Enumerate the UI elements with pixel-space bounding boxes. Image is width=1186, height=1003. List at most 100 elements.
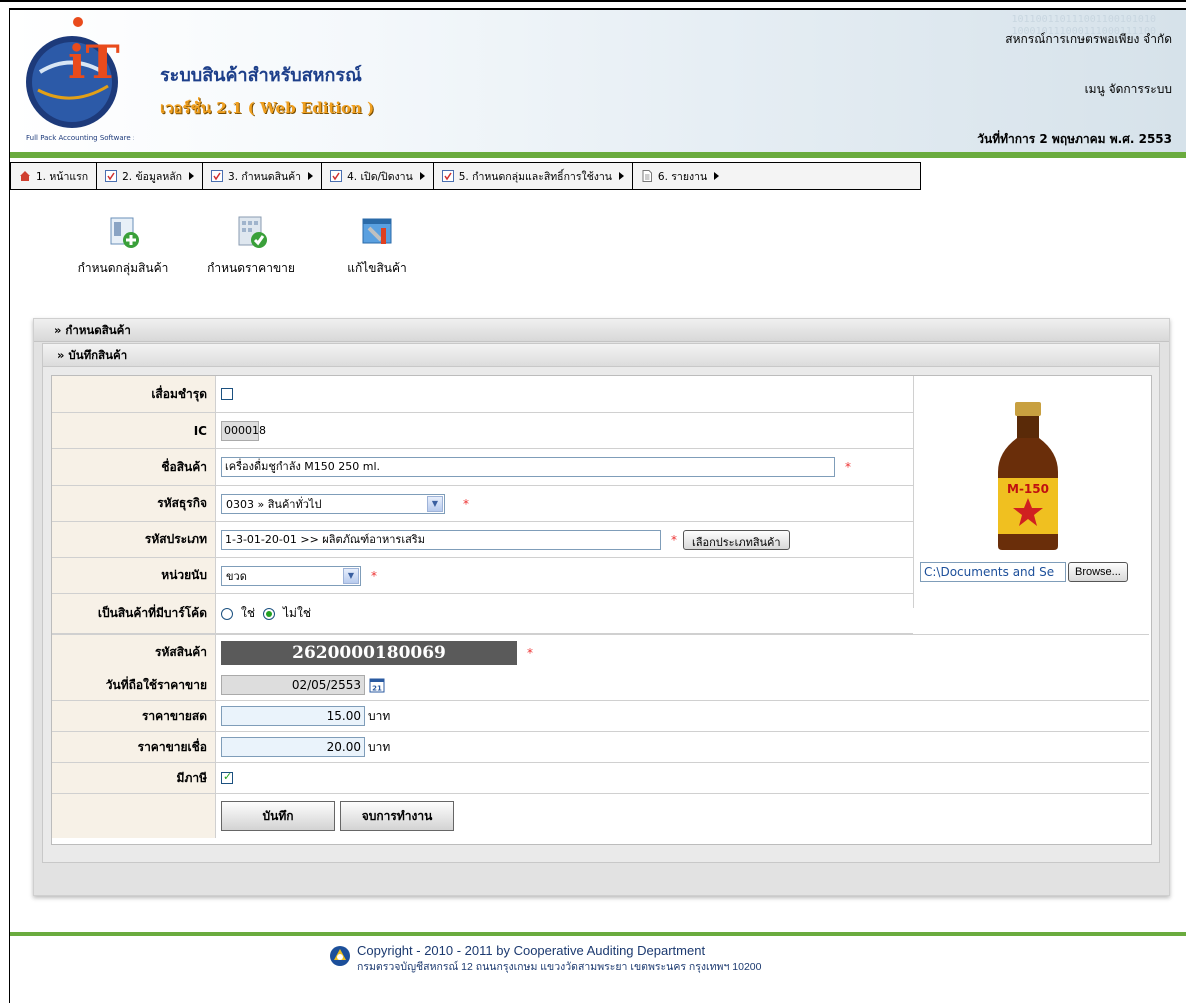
define-group-tool[interactable]: กำหนดกลุ่มสินค้า	[68, 214, 178, 278]
type-code-input[interactable]: 1-3-01-20-01 >> ผลิตภัณฑ์อาหารเสริม	[221, 529, 661, 550]
menu-label: 2. ข้อมูลหลัก	[122, 170, 183, 183]
system-title: ระบบสินค้าสำหรับสหกรณ์	[160, 65, 362, 86]
checklist-icon	[211, 170, 224, 182]
required-mark: *	[527, 645, 533, 660]
type-label: รหัสประเภท	[52, 522, 216, 557]
required-mark: *	[371, 568, 377, 583]
name-label: ชื่อสินค้า	[52, 449, 216, 485]
barcode-no-radio[interactable]	[263, 607, 276, 620]
credit-price-input[interactable]: 20.00	[221, 737, 365, 757]
cash-price-input[interactable]: 15.00	[221, 706, 365, 726]
tools-icon	[362, 218, 392, 244]
tool-label: กำหนดราคาขาย	[207, 261, 295, 275]
product-code-label: รหัสสินค้า	[52, 635, 216, 670]
row-ic: IC 000018	[52, 413, 913, 449]
damaged-checkbox[interactable]	[221, 388, 233, 400]
svg-text:21: 21	[372, 685, 382, 693]
product-form: เสื่อมชำรุด IC 000018 ชื่อสินค้า เครื่อง…	[51, 375, 1152, 845]
menu-item-define-product[interactable]: 3. กำหนดสินค้า	[203, 163, 323, 189]
svg-text:M-150: M-150	[1007, 482, 1049, 496]
currency-label: บาท	[368, 708, 391, 723]
tax-label: มีภาษี	[52, 763, 216, 793]
document-icon	[642, 170, 652, 182]
menu-label: 4. เปิด/ปิดงาน	[347, 170, 413, 183]
product-name-input[interactable]: เครื่องดื่มชูกำลัง M150 250 ml.	[221, 457, 835, 477]
browse-button[interactable]: Browse...	[1068, 562, 1128, 582]
product-bottle-image: M-150	[998, 402, 1058, 550]
row-damaged: เสื่อมชำรุด	[52, 376, 913, 413]
arrow-right-icon	[618, 172, 624, 180]
menu-label: 1. หน้าแรก	[36, 170, 89, 183]
product-image-cell: M-150 C:\Documents and Se Browse...	[913, 376, 1150, 608]
image-file-input[interactable]: C:\Documents and Se	[920, 562, 1066, 582]
checklist-icon	[441, 170, 454, 182]
footer: Copyright - 2010 - 2011 by Cooperative A…	[357, 943, 761, 975]
row-unit: หน่วยนับ ขวด ▼ *	[52, 558, 913, 594]
address-text: กรมตรวจบัญชีสหกรณ์ 12 ถนนกรุงเกษม แขวงวั…	[357, 961, 762, 973]
edit-product-tool[interactable]: แก้ไขสินค้า	[322, 214, 432, 278]
credit-price-label: ราคาขายเชื่อ	[52, 732, 216, 762]
admin-menu-link[interactable]: เมนู จัดการระบบ	[1085, 80, 1172, 99]
arrow-right-icon	[189, 172, 195, 180]
row-barcode-question: เป็นสินค้าที่มีบาร์โค้ด ใช่ ไม่ใช่	[52, 594, 913, 634]
working-date: วันที่ทำการ 2 พฤษภาคม พ.ศ. 2553	[977, 132, 1172, 146]
business-code-select[interactable]: 0303 » สินค้าทั่วไป ▼	[221, 493, 445, 514]
menu-label: 6. รายงาน	[657, 170, 708, 183]
menu-item-home[interactable]: 1. หน้าแรก	[11, 163, 98, 189]
row-tax: มีภาษี	[52, 763, 1149, 794]
unit-value: ขวด	[226, 569, 247, 583]
row-cash-price: ราคาขายสด 15.00 บาท	[52, 701, 1149, 732]
menu-item-open-close[interactable]: 4. เปิด/ปิดงาน	[322, 163, 434, 189]
row-name: ชื่อสินค้า เครื่องดื่มชูกำลัง M150 250 m…	[52, 449, 913, 486]
add-group-icon	[110, 217, 139, 248]
ic-label: IC	[52, 413, 216, 448]
version-label: เวอร์ชั่น 2.1 ( Web Edition )	[160, 99, 375, 117]
barcode-yes-radio[interactable]	[221, 607, 233, 620]
arrow-right-icon	[419, 172, 425, 180]
chevron-down-icon: ▼	[343, 567, 359, 584]
barcode-question-label: เป็นสินค้าที่มีบาร์โค้ด	[52, 594, 216, 633]
exit-button[interactable]: จบการทำงาน	[340, 801, 454, 831]
top-border	[0, 0, 1186, 2]
business-label: รหัสธุรกิจ	[52, 486, 216, 521]
svg-text:Full Pack Accounting Software: Full Pack Accounting Software : FAS	[26, 134, 134, 142]
menu-item-reports[interactable]: 6. รายงาน	[633, 163, 727, 189]
menu-item-master-data[interactable]: 2. ข้อมูลหลัก	[97, 163, 204, 189]
binary-line: 101100110111001100101010	[1011, 14, 1157, 25]
barcode-no-label: ไม่ใช่	[283, 606, 311, 620]
required-mark: *	[463, 496, 469, 511]
define-price-tool[interactable]: กำหนดราคาขาย	[196, 214, 306, 278]
copyright-text: Copyright - 2010 - 2011 by Cooperative A…	[357, 943, 706, 958]
home-icon	[20, 171, 30, 181]
required-mark: *	[845, 460, 851, 474]
department-emblem-icon	[330, 946, 350, 966]
price-check-icon	[238, 216, 267, 248]
footer-divider	[10, 932, 1186, 936]
business-code-value: 0303 » สินค้าทั่วไป	[226, 497, 322, 511]
chevron-down-icon: ▼	[427, 495, 443, 512]
calendar-icon[interactable]: 21	[369, 677, 385, 693]
cash-price-label: ราคาขายสด	[52, 701, 216, 731]
svg-text:iT: iT	[68, 35, 120, 89]
arrow-right-icon	[308, 172, 314, 180]
currency-label: บาท	[368, 739, 391, 754]
row-effective-date: วันที่ถือใช้ราคาขาย 02/05/2553 21	[52, 670, 1149, 701]
effective-date-input[interactable]: 02/05/2553	[221, 675, 365, 695]
damaged-label: เสื่อมชำรุด	[52, 376, 216, 412]
effective-date-label: วันที่ถือใช้ราคาขาย	[52, 670, 216, 700]
save-button[interactable]: บันทึก	[221, 801, 335, 831]
header-divider	[10, 152, 1186, 158]
product-code-display: 2620000180069	[221, 640, 517, 665]
row-business: รหัสธุรกิจ 0303 » สินค้าทั่วไป ▼ *	[52, 486, 913, 522]
section-title: » บันทึกสินค้า	[43, 344, 1159, 367]
choose-type-button[interactable]: เลือกประเภทสินค้า	[683, 529, 790, 550]
required-mark: *	[671, 532, 677, 547]
actions-label-cell	[52, 794, 216, 838]
ic-field[interactable]: 000018	[221, 420, 266, 441]
menu-item-groups-permissions[interactable]: 5. กำหนดกลุ่มและสิทธิ์การใช้งาน	[434, 163, 633, 189]
unit-select[interactable]: ขวด ▼	[221, 565, 361, 586]
tax-checkbox[interactable]	[221, 770, 233, 784]
barcode-yes-label: ใช่	[241, 606, 256, 620]
menu-label: 5. กำหนดกลุ่มและสิทธิ์การใช้งาน	[458, 170, 612, 183]
coop-name: สหกรณ์การเกษตรพอเพียง จำกัด	[1005, 32, 1172, 46]
